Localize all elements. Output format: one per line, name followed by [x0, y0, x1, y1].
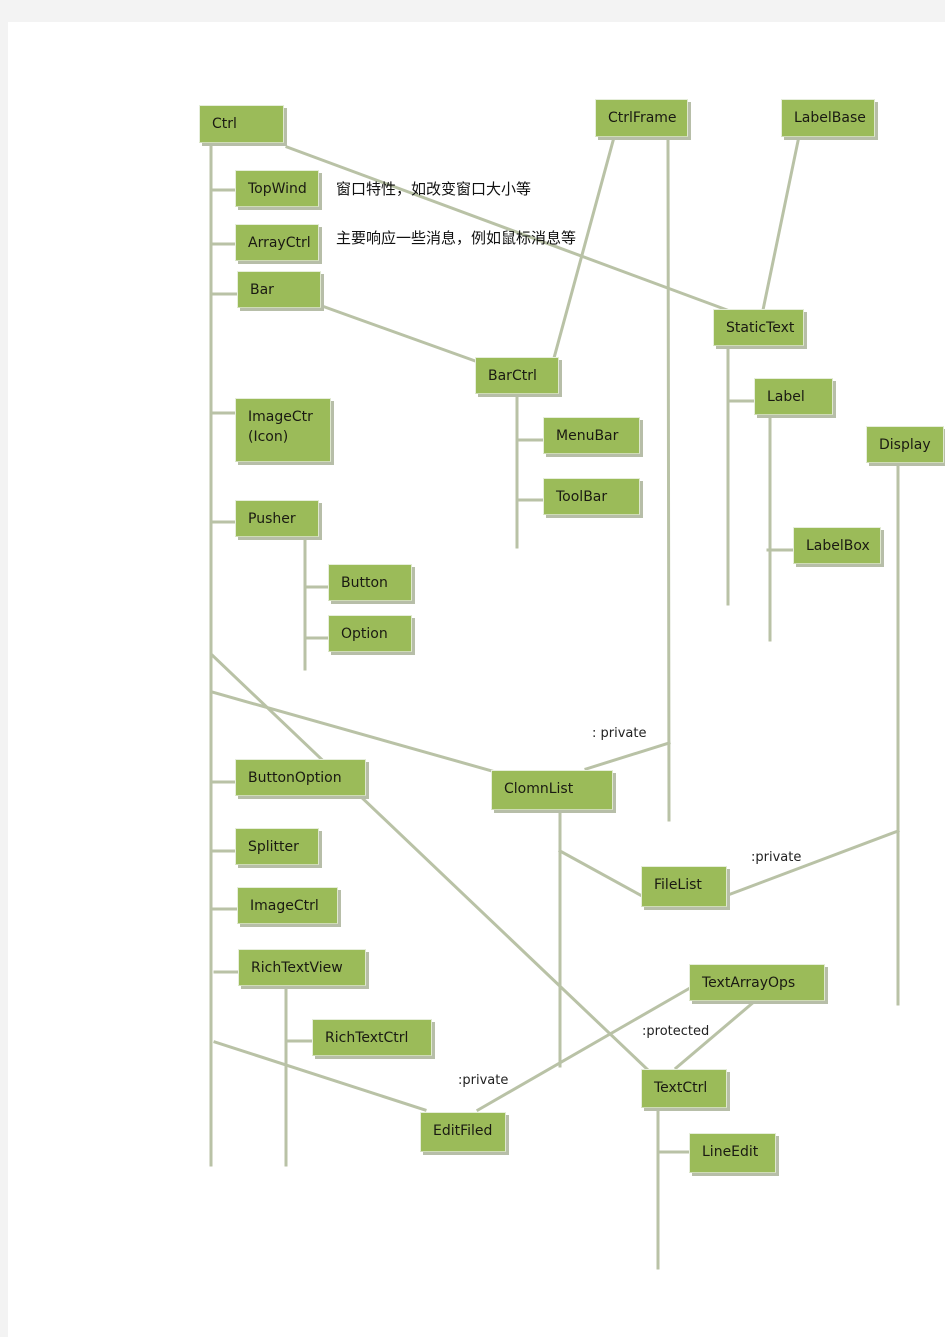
node-imagectrl[interactable]: ImageCtrl — [237, 887, 338, 924]
node-buttonoption[interactable]: ButtonOption — [235, 759, 366, 796]
node-labelbox[interactable]: LabelBox — [793, 527, 881, 564]
node-clomnlist[interactable]: ClomnList — [491, 770, 613, 810]
note-arrayctrl: 主要响应一些消息，例如鼠标消息等 — [336, 229, 577, 247]
modifier-filelist-display: :private — [751, 850, 802, 865]
node-labelbase[interactable]: LabelBase — [781, 99, 875, 137]
node-richtextctrl[interactable]: RichTextCtrl — [312, 1019, 432, 1056]
node-bar[interactable]: Bar — [237, 271, 321, 308]
ctrlframe-trunk — [666, 139, 671, 822]
node-arrayctrl[interactable]: ArrayCtrl — [235, 224, 319, 261]
node-label[interactable]: Label — [754, 378, 833, 415]
modifier-textctrl-textarrayops: :protected — [642, 1024, 710, 1039]
bar-to-barctrl — [320, 304, 480, 364]
node-barctrl[interactable]: BarCtrl — [475, 357, 559, 394]
clomnlist-to-ctrlframe — [584, 741, 671, 771]
labelbase-to-statictext — [761, 139, 800, 312]
node-topwind[interactable]: TopWind — [235, 170, 319, 207]
node-pusher[interactable]: Pusher — [235, 500, 319, 537]
modifier-clomnlist-ctrlframe: : private — [592, 726, 647, 741]
node-ctrlframe[interactable]: CtrlFrame — [595, 99, 688, 137]
node-lineedit[interactable]: LineEdit — [689, 1133, 776, 1173]
node-toolbar[interactable]: ToolBar — [543, 478, 640, 515]
node-ctrl[interactable]: Ctrl — [199, 105, 284, 143]
node-textarrayops[interactable]: TextArrayOps — [689, 964, 825, 1001]
node-richtextview[interactable]: RichTextView — [238, 949, 366, 986]
node-filelist[interactable]: FileList — [641, 866, 727, 907]
node-textctrl[interactable]: TextCtrl — [641, 1069, 727, 1108]
node-editfiled[interactable]: EditFiled — [420, 1112, 506, 1152]
node-display[interactable]: Display — [866, 426, 944, 463]
node-imagectr[interactable]: ImageCtr (Icon) — [235, 398, 331, 462]
modifier-editfiled-textarrayops: :private — [458, 1073, 509, 1088]
node-button[interactable]: Button — [328, 564, 412, 601]
clomnlist-to-filelist — [557, 848, 645, 899]
node-statictext[interactable]: StaticText — [713, 309, 804, 346]
node-splitter[interactable]: Splitter — [235, 828, 319, 865]
node-menubar[interactable]: MenuBar — [543, 417, 640, 454]
node-option[interactable]: Option — [328, 615, 412, 652]
note-topwind: 窗口特性，如改变窗口大小等 — [336, 180, 532, 198]
